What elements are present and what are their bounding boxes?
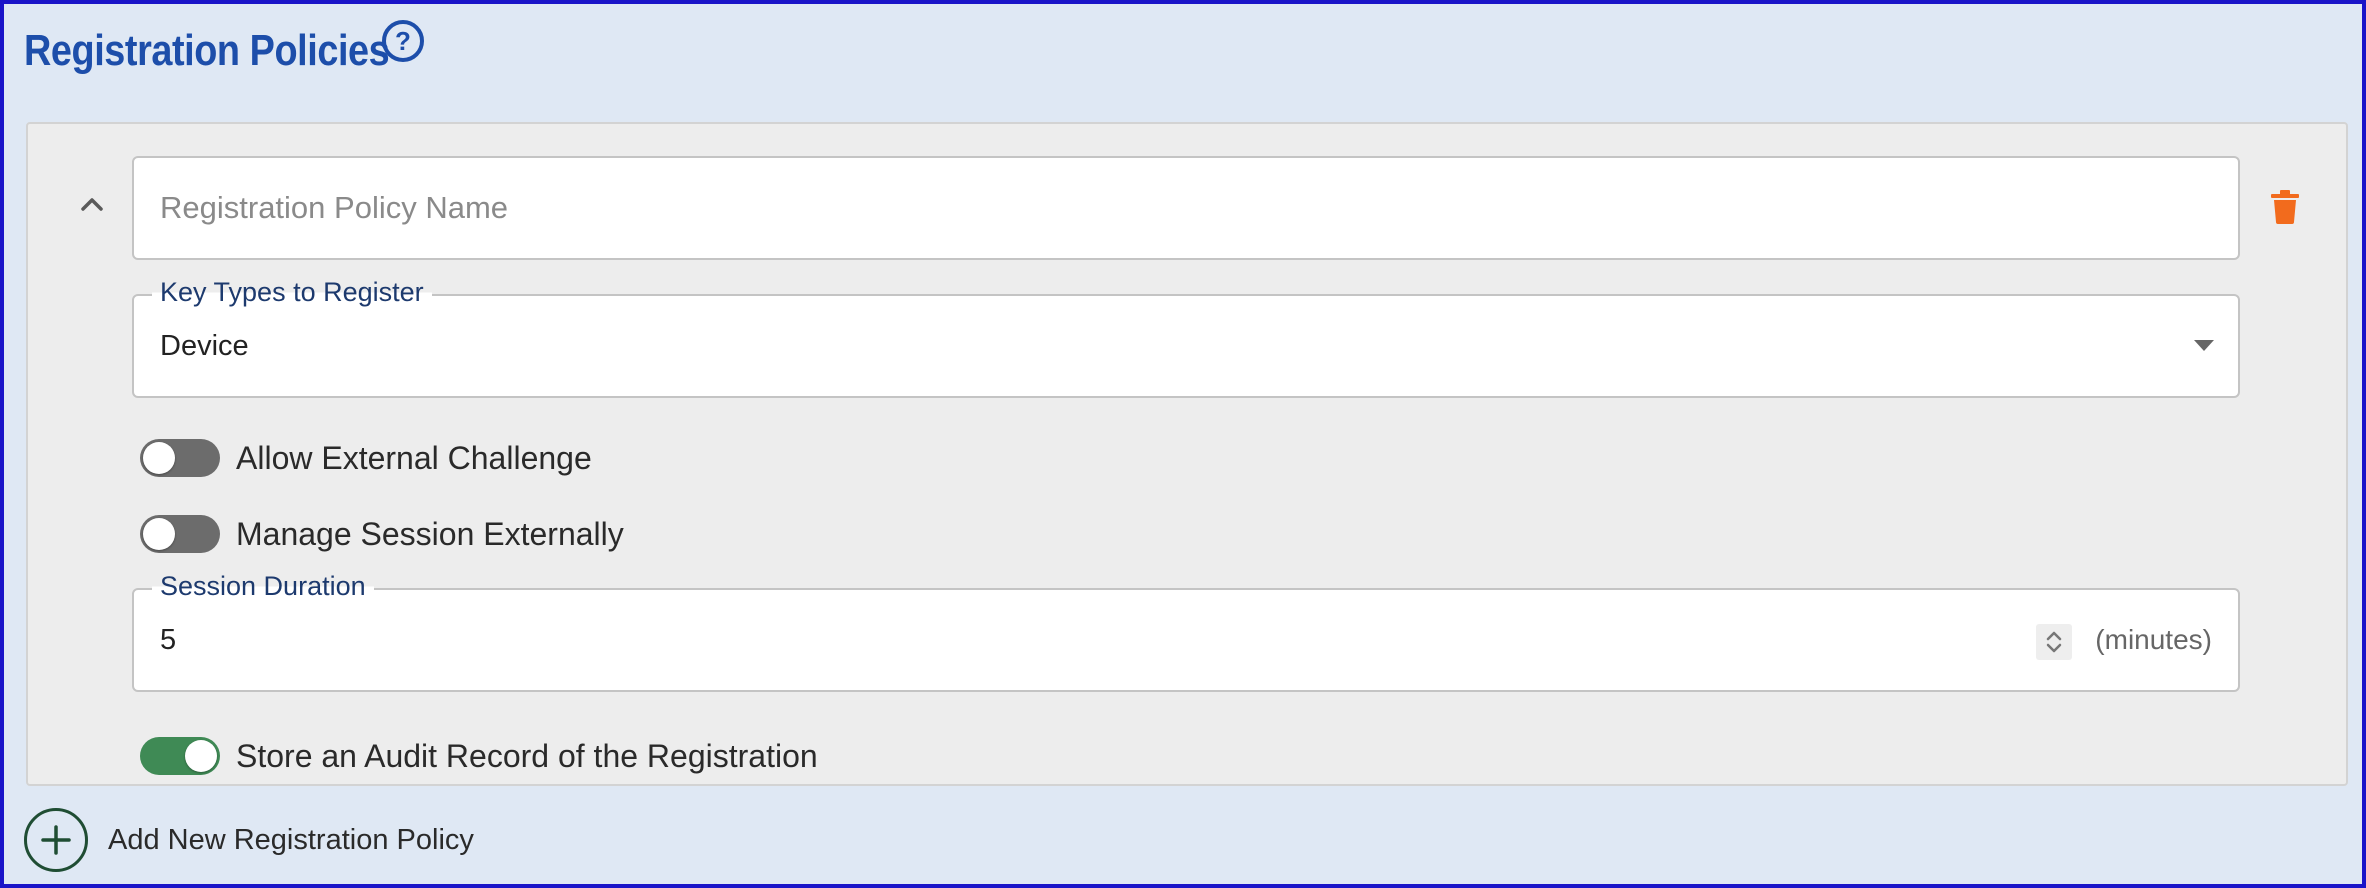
toggle-knob xyxy=(143,442,175,474)
page-title: Registration Policies xyxy=(24,26,390,75)
key-types-value: Device xyxy=(160,329,249,362)
plus-circle-icon[interactable] xyxy=(24,808,88,872)
toggle-knob xyxy=(185,740,217,772)
add-policy-button[interactable]: Add New Registration Policy xyxy=(108,824,474,857)
app-frame: Registration Policies ? Key Types to Reg… xyxy=(0,0,2366,888)
policy-name-input[interactable] xyxy=(160,158,2060,258)
manage-session-externally-toggle[interactable] xyxy=(140,515,220,553)
store-audit-record-label: Store an Audit Record of the Registratio… xyxy=(236,737,818,774)
session-duration-value: 5 xyxy=(160,623,177,656)
key-types-select[interactable]: Key Types to Register Device xyxy=(132,277,2240,398)
chevron-up-icon[interactable] xyxy=(74,186,110,222)
number-spinner-icon[interactable] xyxy=(2036,624,2072,660)
question-circle-icon[interactable]: ? xyxy=(382,20,424,62)
allow-external-challenge-toggle[interactable] xyxy=(140,439,220,477)
allow-external-challenge-label: Allow External Challenge xyxy=(236,439,592,476)
toggle-knob xyxy=(143,518,175,550)
add-policy-row: Add New Registration Policy xyxy=(24,808,474,872)
manage-session-externally-row: Manage Session Externally xyxy=(140,512,624,556)
plus-icon xyxy=(41,825,71,855)
store-audit-record-toggle[interactable] xyxy=(140,737,220,775)
trash-icon[interactable] xyxy=(2270,190,2300,224)
manage-session-externally-label: Manage Session Externally xyxy=(236,515,624,552)
session-duration-label: Session Duration xyxy=(152,571,374,602)
allow-external-challenge-row: Allow External Challenge xyxy=(140,436,592,480)
session-duration-field[interactable]: Session Duration 5 (minutes) xyxy=(132,571,2240,692)
dropdown-arrow-icon[interactable] xyxy=(2194,340,2214,351)
session-duration-units: (minutes) xyxy=(2095,624,2212,655)
policy-name-field xyxy=(132,156,2240,260)
policy-card: Key Types to Register Device Allow Exter… xyxy=(26,122,2348,786)
store-audit-record-row: Store an Audit Record of the Registratio… xyxy=(140,734,818,778)
